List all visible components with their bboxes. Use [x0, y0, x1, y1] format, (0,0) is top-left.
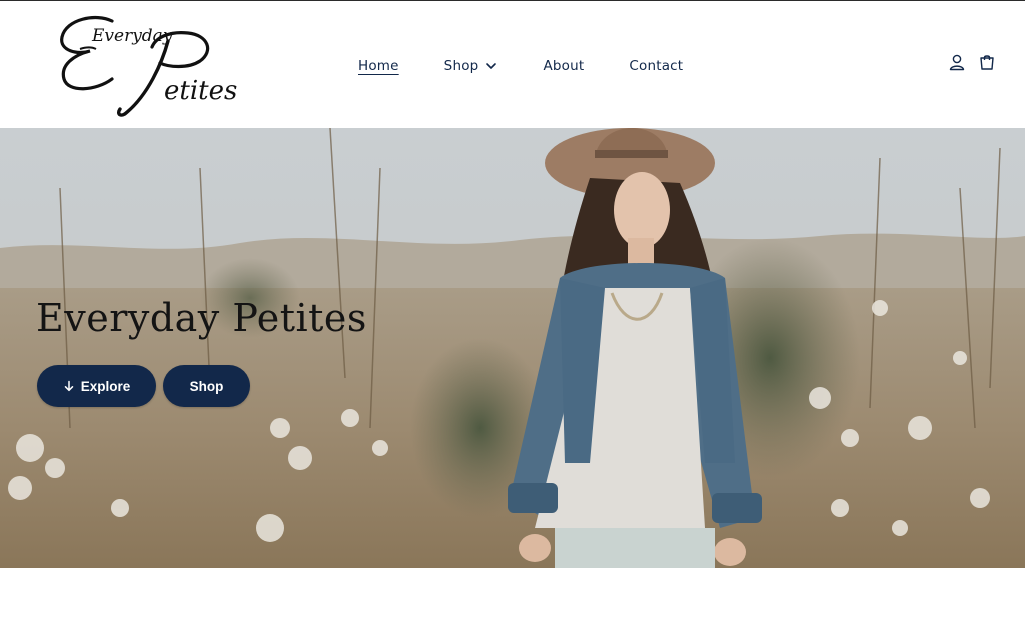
arrow-down-icon [64, 380, 73, 392]
nav-about-label: About [543, 58, 585, 74]
nav-about[interactable]: About [543, 58, 584, 74]
nav-contact[interactable]: Contact [629, 58, 683, 74]
account-icon[interactable] [946, 51, 968, 73]
nav-contact-label: Contact [629, 58, 684, 74]
nav-home[interactable]: Home [358, 58, 399, 74]
cart-icon[interactable] [976, 51, 998, 73]
nav-shop[interactable]: Shop [444, 58, 499, 74]
content-area [0, 568, 1025, 638]
site-logo[interactable]: Everyday etites [56, 7, 252, 123]
svg-text:Everyday: Everyday [91, 26, 173, 46]
site-header: Everyday etites Home Shop About Contact [0, 1, 1025, 128]
svg-text:etites: etites [164, 76, 237, 106]
explore-button-label: Explore [80, 378, 131, 394]
hero-banner: Everyday Petites Explore Shop [0, 128, 1025, 568]
nav-shop-label: Shop [443, 58, 479, 74]
shop-button[interactable]: Shop [163, 365, 250, 407]
hero-image [0, 128, 1025, 568]
hero-title: Everyday Petites [36, 296, 367, 340]
shop-button-label: Shop [189, 378, 224, 394]
explore-button[interactable]: Explore [37, 365, 156, 407]
logo-script: Everyday etites [60, 15, 237, 117]
chevron-down-icon [486, 63, 497, 69]
hero-buttons: Explore Shop [37, 365, 250, 407]
header-icons [946, 51, 998, 73]
nav-home-label: Home [358, 58, 399, 74]
main-nav: Home Shop About Contact [358, 55, 683, 77]
